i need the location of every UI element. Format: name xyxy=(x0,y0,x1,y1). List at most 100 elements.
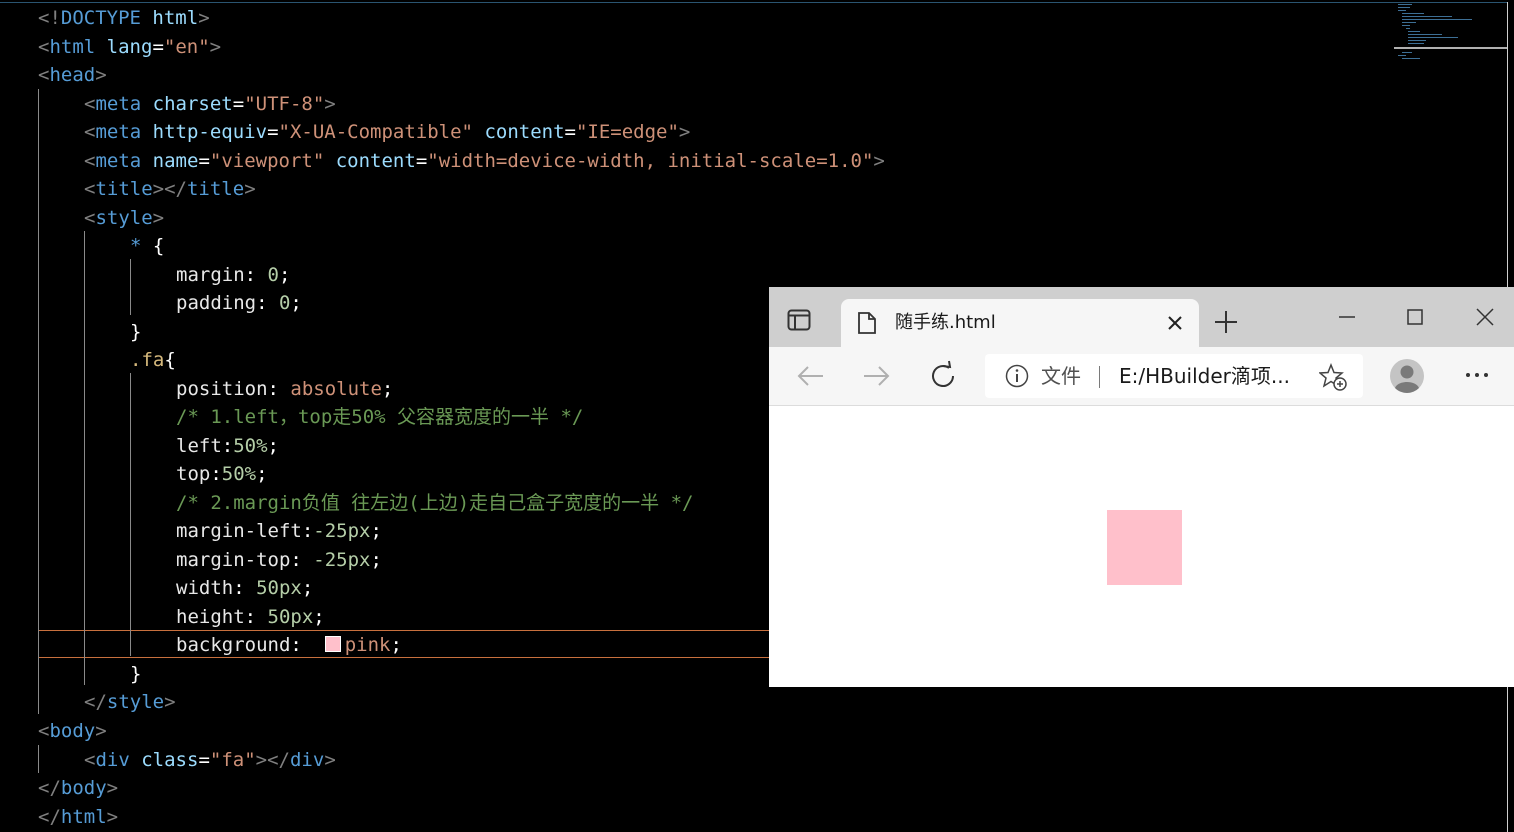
code-token: 50% xyxy=(233,434,268,457)
code-line[interactable]: </body> xyxy=(38,774,118,802)
code-line[interactable]: <meta http-equiv="X-UA-Compatible" conte… xyxy=(84,118,690,146)
code-line[interactable]: <body> xyxy=(38,717,107,745)
code-line[interactable]: background: pink; xyxy=(176,631,402,659)
code-line[interactable]: padding: 0; xyxy=(176,289,302,317)
code-token: : xyxy=(244,263,268,286)
code-minimap[interactable] xyxy=(1394,2,1508,62)
code-token: ; xyxy=(390,634,402,657)
code-token: > xyxy=(106,777,119,800)
code-line[interactable]: margin-top: -25px; xyxy=(176,546,382,574)
code-line[interactable]: top:50%; xyxy=(176,460,268,488)
code-line[interactable]: } xyxy=(130,660,141,688)
code-token: : xyxy=(221,434,234,457)
code-token: ></ xyxy=(152,178,187,201)
code-line[interactable]: </html> xyxy=(38,803,118,831)
info-icon[interactable] xyxy=(1005,364,1029,388)
code-token: = xyxy=(415,149,428,172)
code-token: 50% xyxy=(221,463,257,486)
code-token: = xyxy=(152,35,164,58)
address-bar[interactable]: 文件 E:/HBuilder滴项... xyxy=(985,354,1363,398)
indent-guide xyxy=(38,745,39,773)
code-token: meta xyxy=(95,121,142,144)
code-token: > xyxy=(95,720,107,742)
code-line[interactable]: <div class="fa"></div> xyxy=(84,746,336,774)
close-window-icon[interactable] xyxy=(1473,305,1497,329)
code-token: > xyxy=(244,178,256,201)
tab-actions-icon[interactable] xyxy=(787,309,811,331)
code-line[interactable]: width: 50px; xyxy=(176,574,313,602)
plus-icon[interactable] xyxy=(1213,309,1239,335)
forward-arrow-icon[interactable] xyxy=(860,360,892,392)
indent-guide xyxy=(130,259,131,315)
favorite-add-icon[interactable] xyxy=(1318,362,1347,391)
code-token: > xyxy=(678,121,691,144)
code-token: = xyxy=(564,121,576,144)
code-line[interactable]: .fa{ xyxy=(130,346,176,374)
code-token: ; xyxy=(267,434,279,457)
code-token: > xyxy=(106,805,119,828)
code-line[interactable]: height: 50px; xyxy=(176,603,325,631)
code-token: "fa" xyxy=(209,748,256,771)
code-token: absolute xyxy=(290,377,382,400)
code-token: margin-left xyxy=(176,520,302,543)
code-token: ; xyxy=(256,463,268,486)
code-line[interactable]: <head> xyxy=(38,61,107,89)
code-line[interactable]: margin: 0; xyxy=(176,261,290,289)
code-token: ; xyxy=(370,520,382,543)
code-line[interactable]: <title></title> xyxy=(84,175,256,203)
code-token: : xyxy=(210,463,222,486)
code-line[interactable]: <html lang="en"> xyxy=(38,33,221,61)
code-line[interactable]: margin-left:-25px; xyxy=(176,517,382,545)
active-line-highlight xyxy=(38,630,778,658)
minimize-icon[interactable] xyxy=(1335,305,1359,329)
code-line[interactable]: left:50%; xyxy=(176,432,279,460)
code-line[interactable]: </style> xyxy=(84,688,176,716)
code-token: < xyxy=(38,720,50,742)
code-token: : xyxy=(233,577,257,600)
tab-active[interactable]: 随手练.html xyxy=(841,299,1199,347)
code-token: html xyxy=(49,35,96,58)
code-token: left xyxy=(176,434,222,457)
code-token: } xyxy=(130,320,142,343)
indent-guide xyxy=(38,89,39,714)
refresh-icon[interactable] xyxy=(927,360,959,392)
code-line[interactable]: <meta charset="UTF-8"> xyxy=(84,90,336,118)
close-icon[interactable] xyxy=(1165,313,1185,333)
code-token: > xyxy=(198,7,210,29)
code-token: /* 2.margin负值 往左边(上边)走自己盒子宽度的一半 */ xyxy=(176,491,694,514)
code-token: ; xyxy=(313,605,325,628)
browser-window[interactable]: 随手练.html 文件 E:/HBuilder滴项... xyxy=(769,287,1514,687)
code-line[interactable]: /* 1.left，top走50% 父容器宽度的一半 */ xyxy=(176,403,583,431)
code-token: ; xyxy=(370,548,382,571)
code-token: ; xyxy=(278,263,291,286)
code-token: : xyxy=(301,520,314,543)
code-token: <! xyxy=(38,7,61,29)
address-scheme: 文件 xyxy=(1041,364,1081,388)
code-token: </ xyxy=(38,777,61,800)
code-token: pink xyxy=(344,634,391,657)
code-token: > xyxy=(324,748,336,771)
code-token: .fa xyxy=(130,349,165,372)
code-token: < xyxy=(84,149,96,172)
code-line[interactable]: <style> xyxy=(84,204,164,232)
code-token: style xyxy=(95,206,153,229)
code-line[interactable]: } xyxy=(130,318,141,346)
more-icon[interactable] xyxy=(1461,359,1493,391)
code-token: = xyxy=(198,149,210,172)
code-line[interactable]: /* 2.margin负值 往左边(上边)走自己盒子宽度的一半 */ xyxy=(176,489,693,517)
code-token: } xyxy=(130,662,142,685)
back-arrow-icon[interactable] xyxy=(795,360,827,392)
code-line[interactable]: <meta name="viewport" content="width=dev… xyxy=(84,147,885,175)
color-swatch[interactable] xyxy=(324,636,341,653)
code-token: body xyxy=(60,777,107,800)
profile-avatar[interactable] xyxy=(1389,358,1425,394)
code-line[interactable]: * { xyxy=(130,232,164,260)
browser-toolbar: 文件 E:/HBuilder滴项... xyxy=(769,347,1514,406)
maximize-icon[interactable] xyxy=(1403,305,1427,329)
code-line[interactable]: position: absolute; xyxy=(176,375,393,403)
page-viewport[interactable] xyxy=(769,406,1514,687)
code-line[interactable]: <!DOCTYPE html> xyxy=(38,4,210,32)
address-url[interactable]: E:/HBuilder滴项... xyxy=(1119,363,1290,389)
